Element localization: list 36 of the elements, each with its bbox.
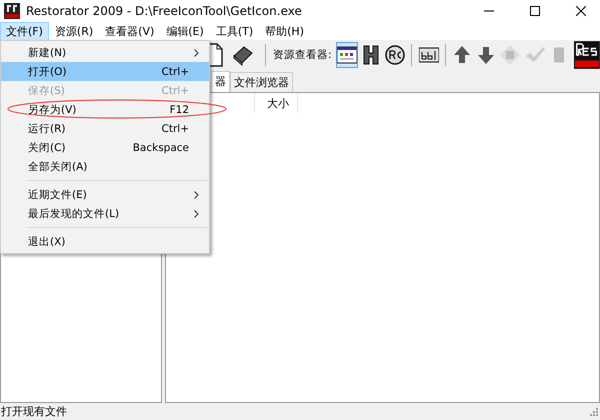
menu-item[interactable]: 新建(N) bbox=[1, 43, 209, 62]
menu-item[interactable]: 退出(X) bbox=[1, 232, 209, 251]
viewer-label: 资源查看器: bbox=[273, 48, 332, 62]
menu-item[interactable]: 文件(F) bbox=[0, 22, 49, 40]
menu-item[interactable]: 关闭(C) Backspace bbox=[1, 138, 209, 157]
blank-icon bbox=[554, 46, 564, 64]
check-icon bbox=[524, 45, 545, 65]
menu-item[interactable]: 全部关闭(A) bbox=[1, 157, 209, 176]
window-title: Restorator 2009 - D:\FreeIconTool\GetIcon.exe bbox=[26, 4, 302, 18]
app-logo-icon bbox=[4, 3, 20, 19]
diamond-icon bbox=[500, 45, 520, 65]
tab[interactable]: 文件浏览器 bbox=[230, 72, 293, 92]
menu-item[interactable]: 资源(R) bbox=[48, 22, 100, 40]
menu-item[interactable]: 帮助(H) bbox=[259, 22, 310, 40]
menu-item[interactable]: 另存为(V) F12 bbox=[1, 100, 209, 119]
column-header[interactable]: 大小 bbox=[255, 93, 298, 113]
resize-grip-icon[interactable] bbox=[590, 408, 598, 416]
up-arrow-icon bbox=[452, 45, 472, 65]
close-icon[interactable] bbox=[576, 6, 586, 16]
menu-item[interactable]: 运行(R) Ctrl+ bbox=[1, 119, 209, 138]
menu-item[interactable]: 查看器(V) bbox=[99, 22, 160, 40]
book-icon[interactable] bbox=[232, 44, 254, 66]
menu-item[interactable]: 近期文件(E) bbox=[1, 185, 209, 204]
menu-item[interactable]: 工具(T) bbox=[210, 22, 260, 40]
rc-icon bbox=[385, 45, 406, 65]
menu-item[interactable]: 最后发现的文件(L) bbox=[1, 204, 209, 223]
down-arrow-icon bbox=[476, 45, 496, 65]
header-icon bbox=[361, 45, 382, 65]
viewer-button[interactable] bbox=[336, 42, 358, 68]
maximize-icon[interactable] bbox=[530, 6, 540, 16]
menu-item[interactable]: 编辑(E) bbox=[160, 22, 210, 40]
tab[interactable]: 器 bbox=[211, 71, 230, 92]
status-text: 打开现有文件 bbox=[1, 404, 67, 419]
menu-item[interactable]: 打开(O) Ctrl+ bbox=[1, 62, 209, 81]
text-icon bbox=[418, 45, 439, 65]
viewer-icon bbox=[336, 45, 357, 65]
